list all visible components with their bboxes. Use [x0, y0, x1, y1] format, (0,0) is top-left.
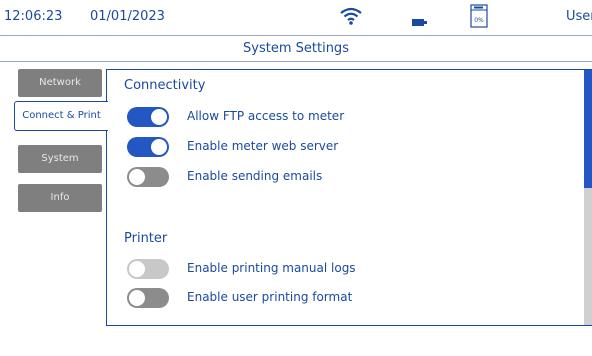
- option-label: Enable meter web server: [187, 139, 339, 153]
- option-label: Allow FTP access to meter: [187, 109, 345, 123]
- status-date: 01/01/2023: [90, 9, 165, 24]
- toggle-knob: [129, 290, 145, 306]
- user-printing-format-toggle[interactable]: [127, 288, 169, 308]
- status-time: 12:06:23: [4, 9, 63, 24]
- tab-info[interactable]: Info: [18, 184, 102, 212]
- section-title-printer: Printer: [124, 231, 168, 246]
- option-label: Enable user printing format: [187, 290, 353, 304]
- toggle-knob: [129, 261, 145, 277]
- option-label: Enable sending emails: [187, 169, 323, 183]
- scrollbar-thumb[interactable]: [584, 70, 592, 188]
- toggle-knob: [129, 169, 145, 185]
- page-title: System Settings: [0, 36, 592, 62]
- toggle-knob: [151, 139, 167, 155]
- ftp-access-toggle[interactable]: [127, 107, 169, 127]
- wifi-icon: [340, 6, 362, 30]
- tab-connect-print[interactable]: Connect & Print: [14, 101, 108, 131]
- sending-emails-toggle[interactable]: [127, 167, 169, 187]
- user-button[interactable]: User: [566, 9, 592, 24]
- settings-panel: Connectivity Allow FTP access to meter E…: [106, 69, 592, 326]
- toggle-knob: [151, 109, 167, 125]
- tab-system[interactable]: System: [18, 145, 102, 173]
- storage-icon: 0%: [470, 4, 488, 28]
- section-title-connectivity: Connectivity: [124, 78, 206, 93]
- option-label: Enable printing manual logs: [187, 261, 356, 275]
- web-server-toggle[interactable]: [127, 137, 169, 157]
- tab-network[interactable]: Network: [18, 69, 102, 97]
- status-bar: 12:06:23 01/01/2023 0% User: [0, 0, 592, 36]
- printing-manual-logs-toggle[interactable]: [127, 259, 169, 279]
- storage-percent: 0%: [474, 17, 484, 24]
- battery-icon: [412, 13, 428, 32]
